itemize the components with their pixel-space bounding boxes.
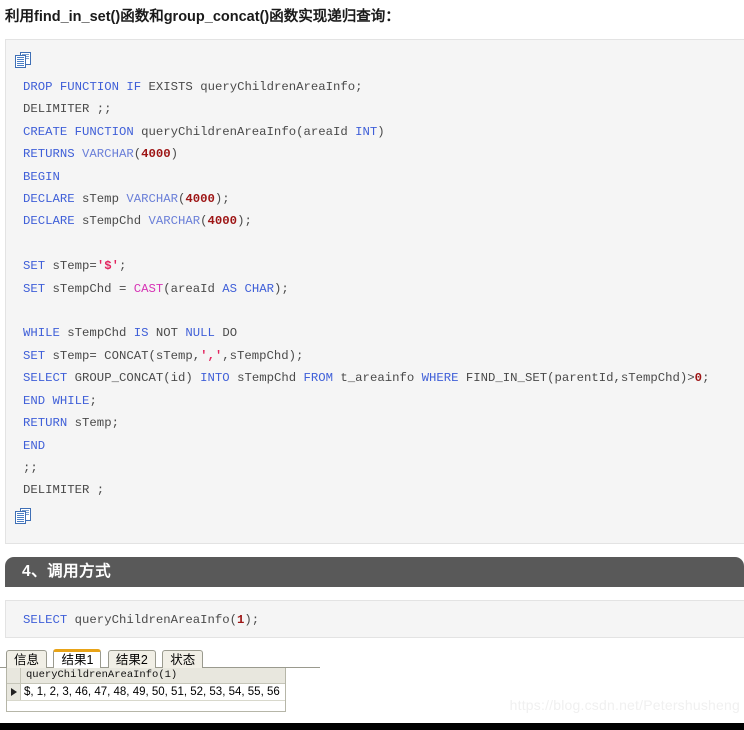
- section-header-call-method: 4、调用方式: [5, 557, 744, 587]
- call-code-block: SELECT queryChildrenAreaInfo(1);: [5, 600, 744, 638]
- copy-code-top-row: [6, 46, 744, 76]
- tab-result-1[interactable]: 结果1: [53, 649, 102, 668]
- copy-to-clipboard-icon[interactable]: [15, 52, 33, 69]
- tab-info[interactable]: 信息: [6, 650, 48, 668]
- current-row-triangle-icon: [11, 687, 17, 696]
- copy-to-clipboard-icon[interactable]: [15, 507, 33, 525]
- sql-code-content[interactable]: DROP FUNCTION IF EXISTS queryChildrenAre…: [6, 76, 744, 502]
- sql-code-block: DROP FUNCTION IF EXISTS queryChildrenAre…: [5, 39, 744, 544]
- grid-header-row: queryChildrenAreaInfo(1): [7, 668, 285, 684]
- tab-result-2[interactable]: 结果2: [107, 650, 156, 668]
- result-grid[interactable]: queryChildrenAreaInfo(1) $, 1, 2, 3, 46,…: [6, 668, 286, 712]
- result-tabstrip: 信息 结果1 结果2 状态: [0, 649, 320, 668]
- grid-column-header[interactable]: queryChildrenAreaInfo(1): [21, 668, 285, 683]
- row-selector-marker[interactable]: [7, 684, 21, 700]
- table-row[interactable]: $, 1, 2, 3, 46, 47, 48, 49, 50, 51, 52, …: [7, 684, 285, 700]
- tab-status[interactable]: 状态: [162, 650, 204, 668]
- grid-corner-cell: [7, 668, 21, 683]
- bottom-edge-bar: [0, 723, 744, 730]
- page-title: 利用find_in_set()函数和group_concat()函数实现递归查询…: [5, 9, 400, 25]
- call-code-content[interactable]: SELECT queryChildrenAreaInfo(1);: [6, 601, 744, 639]
- copy-code-bottom-row: [6, 502, 744, 532]
- grid-empty-area: [7, 700, 285, 711]
- watermark: https://blog.csdn.net/Petershusheng: [509, 697, 740, 713]
- grid-cell-value[interactable]: $, 1, 2, 3, 46, 47, 48, 49, 50, 51, 52, …: [21, 684, 285, 700]
